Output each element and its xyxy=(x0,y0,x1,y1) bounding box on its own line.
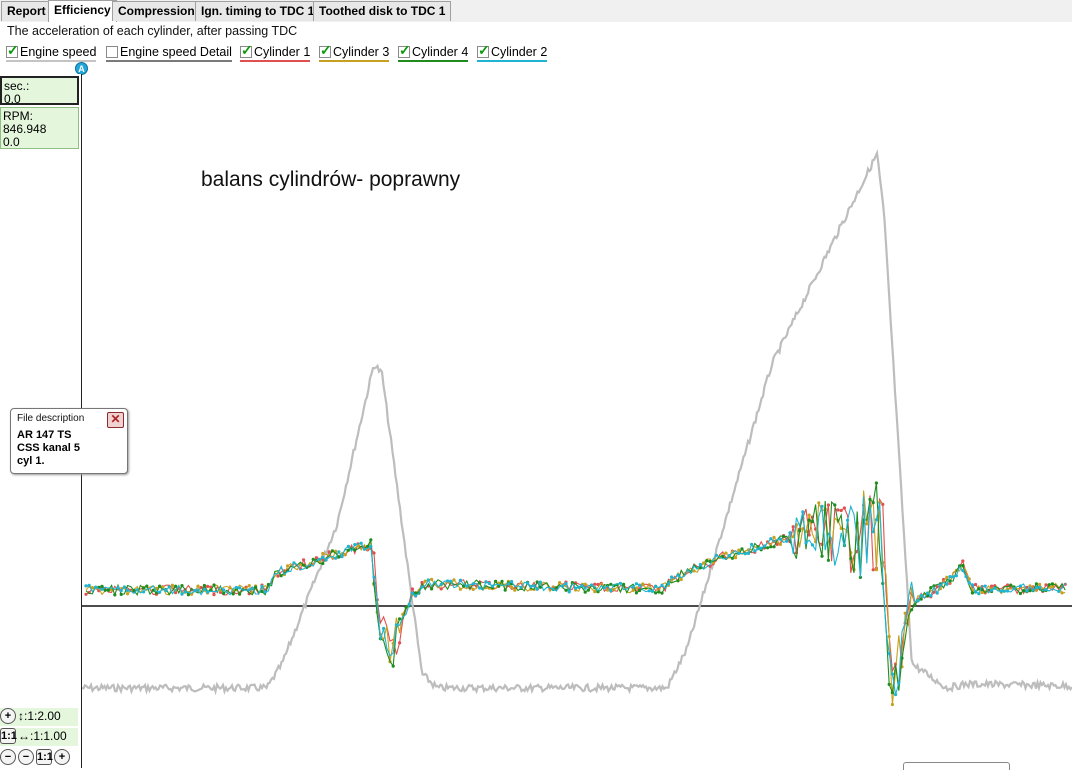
time-readout[interactable]: sec.: 0.0 xyxy=(0,76,79,106)
file-description-title: File description xyxy=(17,413,85,424)
toggle-label: Engine speed Detail xyxy=(120,45,232,59)
checkbox-unchecked-icon[interactable] xyxy=(106,46,118,58)
tab-ign-timing[interactable]: Ign. timing to TDC 1 xyxy=(195,1,321,21)
file-description-line-2: CSS kanal 5 xyxy=(17,442,80,454)
toggle-cylinder-2[interactable]: Cylinder 2 xyxy=(477,43,548,62)
horizontal-zoom-row: 1:1↔:1:1.00 xyxy=(0,728,78,746)
vertical-zoom-value: ↕:1:2.00 xyxy=(18,709,61,723)
tab-toothed-disk[interactable]: Toothed disk to TDC 1 xyxy=(313,1,452,21)
tab-efficiency[interactable]: Efficiency xyxy=(48,0,117,22)
zoom-controls-row: − −1:1 + xyxy=(0,749,78,767)
vertical-zoom-row: + ↕:1:2.00 xyxy=(0,708,78,726)
zoom-out-horizontal-icon[interactable]: − xyxy=(18,749,34,765)
tab-bar: Report Efficiency Compression Ign. timin… xyxy=(0,0,1072,22)
ratio-1-1-button-2[interactable]: 1:1 xyxy=(36,749,53,765)
file-description-line-1: AR 147 TS xyxy=(17,429,72,441)
series-color-bar xyxy=(240,60,311,62)
toggle-cylinder-3[interactable]: Cylinder 3 xyxy=(319,43,390,62)
rpm-readout-value2: 0.0 xyxy=(3,135,20,149)
toggle-engine-speed[interactable]: Engine speed xyxy=(6,43,97,62)
checkbox-checked-icon[interactable] xyxy=(319,43,332,58)
plot-annotation: balans cylindrów- poprawny xyxy=(201,168,461,191)
file-description-line-3: cyl 1. xyxy=(17,455,45,467)
checkbox-checked-icon[interactable] xyxy=(398,43,411,58)
toggle-label: Engine speed xyxy=(20,45,97,59)
series-color-bar xyxy=(319,60,390,62)
tab-report[interactable]: Report xyxy=(1,1,52,21)
zoom-out-icon[interactable]: − xyxy=(0,749,16,765)
toggle-label: Cylinder 4 xyxy=(412,45,469,59)
series-color-bar xyxy=(398,60,469,62)
file-description-box[interactable]: File description ✕ AR 147 TS CSS kanal 5… xyxy=(10,408,128,474)
toggle-cylinder-4[interactable]: Cylinder 4 xyxy=(398,43,469,62)
checkbox-checked-icon[interactable] xyxy=(477,43,490,58)
toggle-cylinder-1[interactable]: Cylinder 1 xyxy=(240,43,311,62)
checkbox-checked-icon[interactable] xyxy=(6,43,19,58)
time-readout-value: 0.0 xyxy=(4,92,21,106)
close-x-icon[interactable]: ✕ xyxy=(107,412,124,428)
zoom-in-horizontal-icon[interactable]: + xyxy=(54,749,70,765)
chart-description: The acceleration of each cylinder, after… xyxy=(7,24,298,38)
engine-speed-trace xyxy=(82,148,1072,696)
series-color-bar xyxy=(106,60,232,62)
toggle-label: Cylinder 1 xyxy=(254,45,311,59)
zoom-in-vertical-icon[interactable]: + xyxy=(0,708,16,724)
ratio-1-1-button[interactable]: 1:1 xyxy=(0,728,17,744)
toggle-engine-speed-detail[interactable]: Engine speed Detail xyxy=(106,45,232,62)
toggle-label: Cylinder 3 xyxy=(333,45,390,59)
toggle-label: Cylinder 2 xyxy=(491,45,548,59)
bottom-panel-tab[interactable] xyxy=(903,762,1010,770)
checkbox-checked-icon[interactable] xyxy=(240,43,253,58)
series-color-bar xyxy=(477,60,548,62)
cyl3-points xyxy=(87,500,1064,707)
rpm-readout[interactable]: RPM: 846.948 0.0 xyxy=(0,107,79,149)
tab-compression[interactable]: Compression xyxy=(112,1,201,21)
horizontal-zoom-value: ↔:1:1.00 xyxy=(18,729,67,743)
